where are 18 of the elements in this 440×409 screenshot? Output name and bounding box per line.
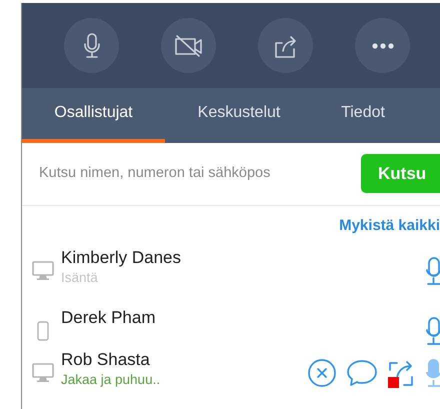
participant-name: Rob Shasta	[61, 349, 151, 371]
participant-status: Isäntä	[61, 269, 99, 287]
chat-bubble-icon[interactable]	[346, 358, 378, 388]
camera-off-icon	[172, 32, 204, 59]
remove-icon[interactable]	[307, 358, 337, 388]
tab[interactable]: Osallistujat	[22, 88, 165, 143]
mute-all-link[interactable]: Mykistä kaikki	[339, 214, 440, 237]
tab[interactable]: Keskustelut	[165, 88, 313, 143]
monitor-icon	[32, 363, 54, 383]
monitor-icon	[32, 261, 54, 281]
microphone-icon[interactable]	[426, 256, 440, 286]
more-icon	[372, 42, 394, 49]
phone-icon	[37, 321, 49, 341]
participant-name: Derek Pham	[61, 307, 156, 329]
tab[interactable]: Tiedot	[313, 88, 413, 143]
microphone-icon[interactable]	[426, 316, 440, 346]
participant-status: Jakaa ja puhuu..	[61, 371, 162, 389]
participant-name: Kimberly Danes	[61, 247, 182, 269]
